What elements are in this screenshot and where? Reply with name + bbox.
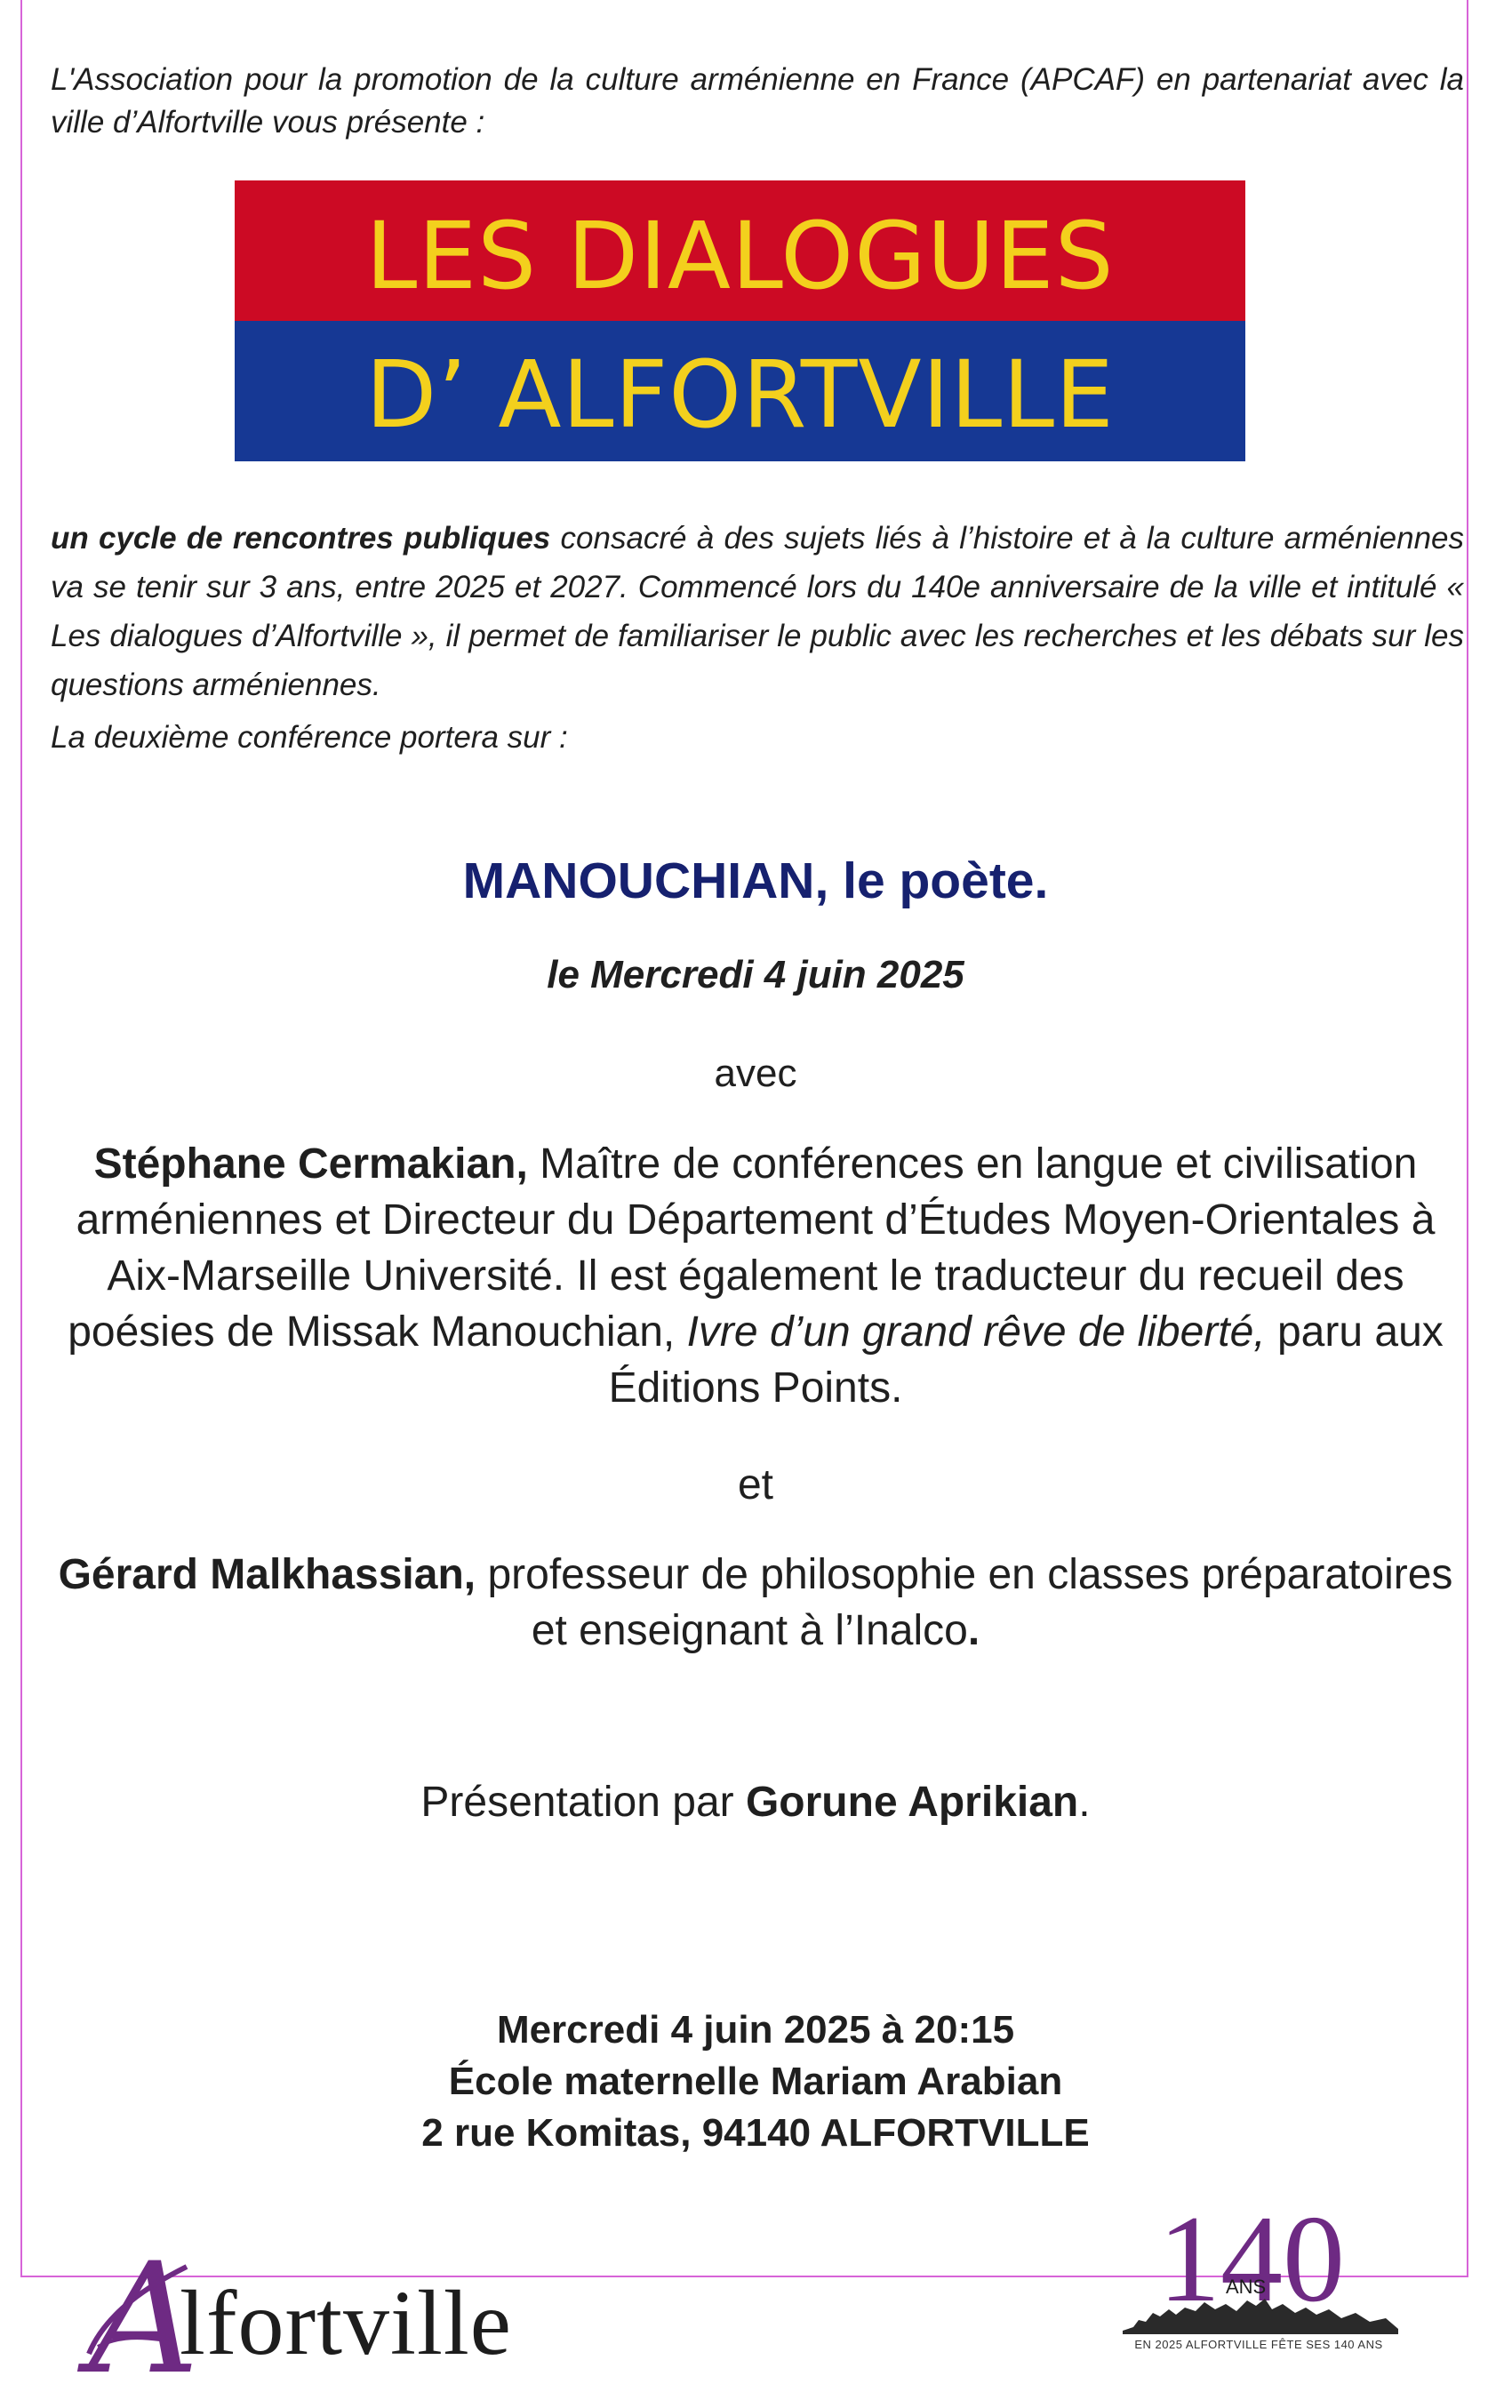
- speaker-2-name: Gérard Malkhassian,: [58, 1551, 476, 1598]
- presentation-suffix: .: [1078, 1779, 1091, 1826]
- conference-date: le Mercredi 4 juin 2025: [547, 953, 964, 996]
- conference-title: MANOUCHIAN, le poète.: [462, 852, 1049, 909]
- presentation-prefix: Présentation par: [420, 1779, 746, 1826]
- event-details: Mercredi 4 juin 2025 à 20:15 École mater…: [53, 2004, 1458, 2159]
- speaker-2-text: professeur de philosophie en classes pré…: [476, 1551, 1453, 1654]
- event-venue: École maternelle Mariam Arabian: [448, 2060, 1063, 2103]
- anniversary-140-logo: 140 ANS EN 2025 ALFORTVILLE FÊTE SES 140…: [1123, 2190, 1398, 2359]
- anniv-ans: ANS: [1226, 2276, 1266, 2298]
- presentation-line: Présentation par Gorune Aprikian.: [53, 1778, 1458, 1827]
- speaker-1-name: Stéphane Cermakian,: [93, 1140, 528, 1188]
- speaker-2-end: .: [967, 1607, 980, 1654]
- speaker-1-book: Ivre d’un grand rêve de liberté,: [686, 1308, 1266, 1356]
- anniversary-tagline: EN 2025 ALFORTVILLE FÊTE SES 140 ANS: [1134, 2338, 1383, 2351]
- banner-line-2: D’ ALFORTVILLE: [365, 340, 1115, 449]
- dialogues-banner: LES DIALOGUES D’ ALFORTVILLE: [235, 180, 1245, 461]
- presenter-name: Gorune Aprikian: [745, 1779, 1079, 1826]
- banner-line-1: LES DIALOGUES: [365, 202, 1115, 310]
- avec-label: avec: [714, 1052, 797, 1095]
- description-bold-lead: un cycle de rencontres publiques: [51, 521, 551, 556]
- speaker-1-bio: Stéphane Cermakian, Maître de conférence…: [53, 1136, 1458, 1416]
- alfortville-logo: A lfortville: [86, 2229, 551, 2408]
- et-label: et: [737, 1461, 774, 1508]
- second-conference-intro: La deuxième conférence portera sur :: [51, 720, 568, 755]
- intro-text: L'Association pour la promotion de la cu…: [51, 62, 1464, 140]
- anniversary-140-icon: 140 ANS: [1123, 2190, 1398, 2334]
- speaker-2-bio: Gérard Malkhassian, professeur de philos…: [53, 1547, 1458, 1659]
- event-datetime: Mercredi 4 juin 2025 à 20:15: [496, 2008, 1015, 2052]
- description-paragraph: un cycle de rencontres publiques consacr…: [51, 514, 1464, 709]
- alfortville-logo-text: lfortville: [180, 2272, 512, 2374]
- event-address: 2 rue Komitas, 94140 ALFORTVILLE: [421, 2111, 1090, 2155]
